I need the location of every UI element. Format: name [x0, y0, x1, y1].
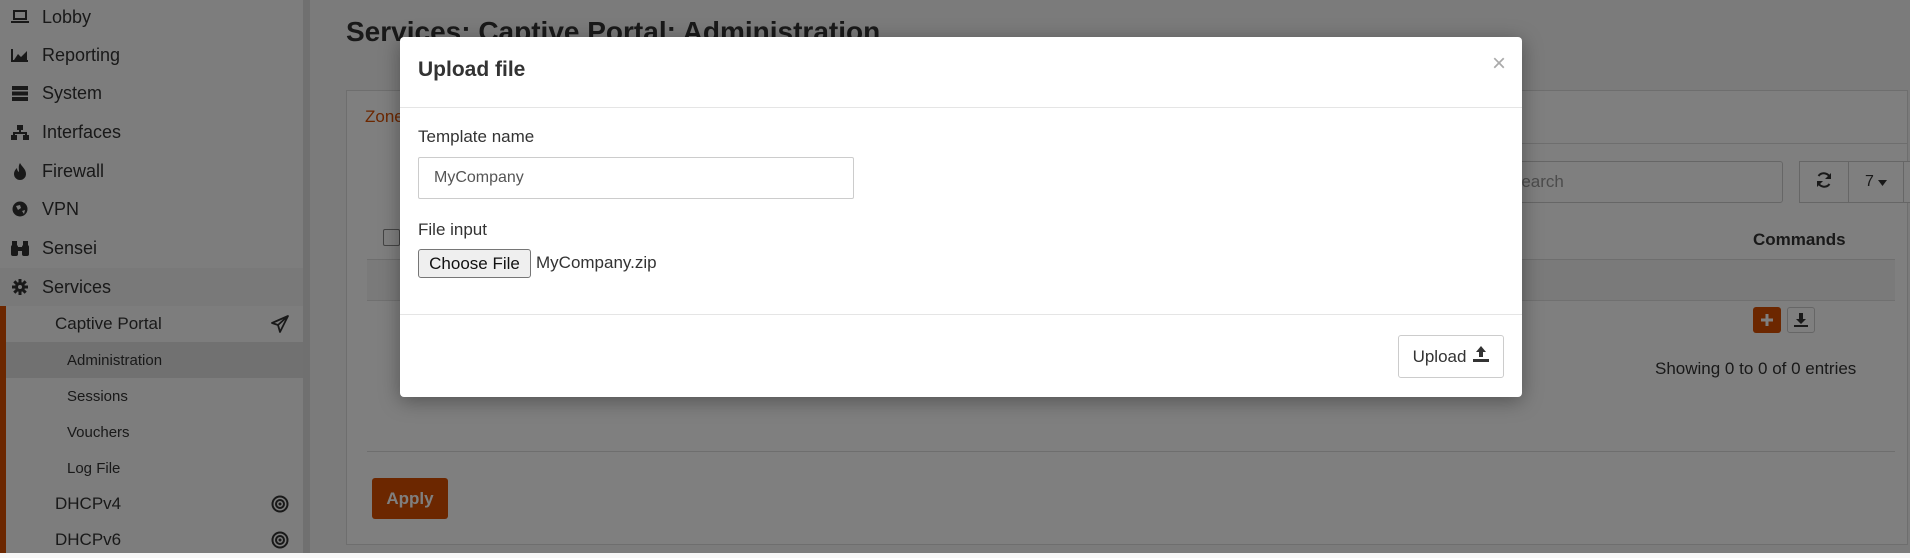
modal-footer-divider [400, 314, 1522, 315]
upload-button[interactable]: Upload [1398, 335, 1504, 378]
upload-icon [1473, 346, 1490, 367]
close-icon[interactable]: × [1492, 52, 1506, 76]
selected-file-name: MyCompany.zip [536, 253, 657, 272]
upload-label: Upload [1412, 346, 1467, 366]
choose-file-button[interactable]: Choose File [418, 249, 531, 278]
template-name-input[interactable] [418, 157, 854, 199]
file-input-label: File input [418, 220, 487, 239]
modal-header: Upload file × [400, 37, 1522, 108]
upload-file-modal: Upload file × Template name File input C… [400, 37, 1522, 397]
template-name-label: Template name [418, 127, 535, 146]
modal-title: Upload file [418, 58, 526, 81]
